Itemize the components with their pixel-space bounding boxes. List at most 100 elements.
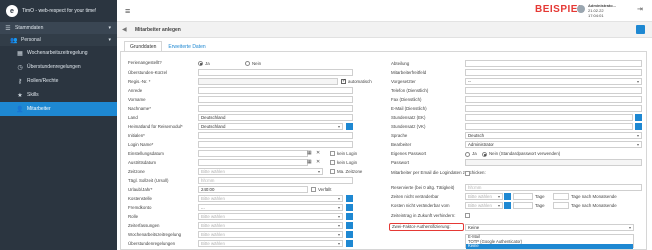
fax-input[interactable]: [465, 96, 642, 103]
stundensatz-ek-label: Stundensatz (EK): [391, 115, 426, 120]
anrede-label: Anrede: [128, 88, 143, 93]
calendar-icon[interactable]: ▦: [307, 159, 312, 165]
ma-zeitzone-checkbox[interactable]: [330, 169, 335, 174]
passwort-input[interactable]: [465, 159, 642, 166]
email-input[interactable]: [465, 105, 642, 112]
kostenstelle-add-button[interactable]: [346, 195, 353, 202]
wochenarbeit-label: Wochenarbeitszeitregelung: [128, 232, 182, 237]
telefon-input[interactable]: [465, 87, 642, 94]
ueberstundenregelung-add-button[interactable]: [346, 240, 353, 247]
kosten-tage-nach-label: Tage nach Monatsende: [571, 203, 617, 208]
key-icon: ⚷: [17, 78, 23, 85]
reservierte-input[interactable]: hh:mm: [465, 184, 642, 191]
fax-label: Fax (Dienstlich): [391, 97, 422, 102]
sidebar-item-skills[interactable]: ★ Skills: [0, 88, 117, 102]
sprache-select[interactable]: Deutsch: [465, 132, 642, 139]
app-logo: e: [6, 5, 18, 17]
austrittsdatum-input[interactable]: [198, 159, 308, 166]
ueberstundenregelung-select[interactable]: Bitte wählen: [198, 240, 343, 247]
sidebar-item-personal[interactable]: 👥 Personal ▾: [0, 34, 117, 46]
zeiteintrag-label: Zeiteintrag in Zukunft verhindern:: [391, 213, 456, 218]
wochenarbeit-select[interactable]: Bitte wählen: [198, 231, 343, 238]
zweifaktor-select[interactable]: Keine: [465, 224, 634, 231]
kein-login-checkbox[interactable]: [330, 151, 335, 156]
sidebar-item-mitarbeiter[interactable]: 👤 Mitarbeiter: [0, 102, 117, 116]
ueberstunden-kuerzel-input[interactable]: [198, 69, 353, 76]
freitext-label: Mitarbeiterfreitfeld: [391, 70, 427, 75]
fremdkonto-value: ...: [201, 205, 205, 210]
nachname-label: Nachname*: [128, 106, 151, 111]
zeiten-nicht-button[interactable]: [504, 193, 511, 200]
kein-login-2-label: kein Login: [337, 160, 358, 165]
ferien-nein-radio[interactable]: [245, 61, 250, 66]
kosten-nicht-select[interactable]: Bitte wählen: [465, 202, 503, 209]
clear-date-icon[interactable]: ✕: [316, 159, 320, 165]
back-arrow-icon[interactable]: ◀: [122, 26, 127, 33]
sollzeit-input[interactable]: hh:mm: [198, 177, 353, 184]
sidebar-item-wochenarbeitszeitregelung[interactable]: ▦ Wochenarbeitszeitregelung: [0, 46, 117, 60]
kosten-nicht-button[interactable]: [504, 202, 511, 209]
zeiterfassungen-select[interactable]: Bitte wählen: [198, 222, 343, 229]
dropdown-option-keine[interactable]: Keine: [466, 244, 633, 249]
abteilung-input[interactable]: [465, 60, 642, 67]
kein-login-2-checkbox[interactable]: [330, 160, 335, 165]
stundensatz-vk-input[interactable]: [465, 123, 633, 130]
vorgesetzter-select[interactable]: --: [465, 78, 642, 85]
reg-nr-input[interactable]: [198, 78, 338, 85]
kosten-tage-nach-input[interactable]: [553, 202, 569, 209]
automatisch-checkbox[interactable]: [341, 78, 346, 84]
login-name-input[interactable]: [198, 141, 353, 148]
zeiterfassungen-label: Zeiterfassungen: [128, 223, 160, 228]
heimatland-add-button[interactable]: [346, 123, 353, 130]
reservierte-placeholder: hh:mm: [468, 185, 482, 190]
save-icon[interactable]: [636, 25, 645, 34]
zeiten-nicht-select[interactable]: Bitte wählen: [465, 193, 503, 200]
mail-logindaten-checkbox[interactable]: [465, 171, 470, 176]
zeiterfassungen-add-button[interactable]: [346, 222, 353, 229]
sidebar-item-stammdaten[interactable]: ☰ Stammdaten ▾: [0, 22, 117, 34]
avatar[interactable]: [577, 5, 585, 13]
vorgesetzter-value: --: [468, 79, 471, 84]
calendar-icon[interactable]: ▦: [307, 150, 312, 156]
rolle-add-button[interactable]: [346, 213, 353, 220]
land-input[interactable]: Deutschland: [198, 114, 353, 121]
zeitzone-select[interactable]: Bitte wählen: [198, 168, 323, 175]
heimatland-value: Deutschland: [201, 124, 226, 129]
zeiten-tage-input[interactable]: [513, 193, 533, 200]
stundensatz-vk-button[interactable]: [635, 123, 642, 130]
vorname-input[interactable]: [198, 96, 353, 103]
kostenstelle-select[interactable]: Bitte wählen: [198, 195, 343, 202]
urlaub-input[interactable]: 240:00: [198, 186, 308, 193]
sidebar-item-rollen-rechte[interactable]: ⚷ Rollen/Rechte: [0, 74, 117, 88]
freitext-input[interactable]: [465, 69, 642, 76]
logout-icon[interactable]: ⇥: [637, 5, 643, 13]
initialen-input[interactable]: [198, 132, 353, 139]
stundensatz-ek-input[interactable]: [465, 114, 633, 121]
passwort-ja-radio[interactable]: [465, 152, 470, 157]
hamburger-menu-icon[interactable]: ≡: [125, 6, 130, 16]
rolle-select[interactable]: Bitte wählen: [198, 213, 343, 220]
fremdkonto-add-button[interactable]: [346, 204, 353, 211]
bearbeiter-label: Bearbeiter: [391, 142, 412, 147]
fremdkonto-select[interactable]: ...: [198, 204, 343, 211]
anrede-input[interactable]: [198, 87, 353, 94]
ferien-ja-radio[interactable]: [198, 61, 203, 66]
sidebar: e TimO - web-respect for your time! ☰ St…: [0, 0, 117, 250]
kosten-tage-input[interactable]: [513, 202, 533, 209]
verfaellt-checkbox[interactable]: [311, 187, 316, 192]
calendar-icon: ▦: [17, 50, 23, 57]
initialen-label: Initialen*: [128, 133, 145, 138]
zeiten-tage-nach-input[interactable]: [553, 193, 569, 200]
clear-date-icon[interactable]: ✕: [316, 150, 320, 156]
sidebar-item-ueberstundenregelungen[interactable]: ◷ Überstundenregelungen: [0, 60, 117, 74]
stundensatz-ek-button[interactable]: [635, 114, 642, 121]
wochenarbeit-add-button[interactable]: [346, 231, 353, 238]
kein-login-label: kein Login: [337, 151, 358, 156]
heimatland-select[interactable]: Deutschland: [198, 123, 343, 130]
zeiteintrag-checkbox[interactable]: [465, 213, 470, 218]
passwort-nein-radio[interactable]: [482, 152, 487, 157]
nachname-input[interactable]: [198, 105, 353, 112]
einstellungsdatum-input[interactable]: [198, 150, 308, 157]
vorgesetzter-label: Vorgesetzter: [391, 79, 416, 84]
bearbeiter-select[interactable]: Administrator: [465, 141, 642, 148]
